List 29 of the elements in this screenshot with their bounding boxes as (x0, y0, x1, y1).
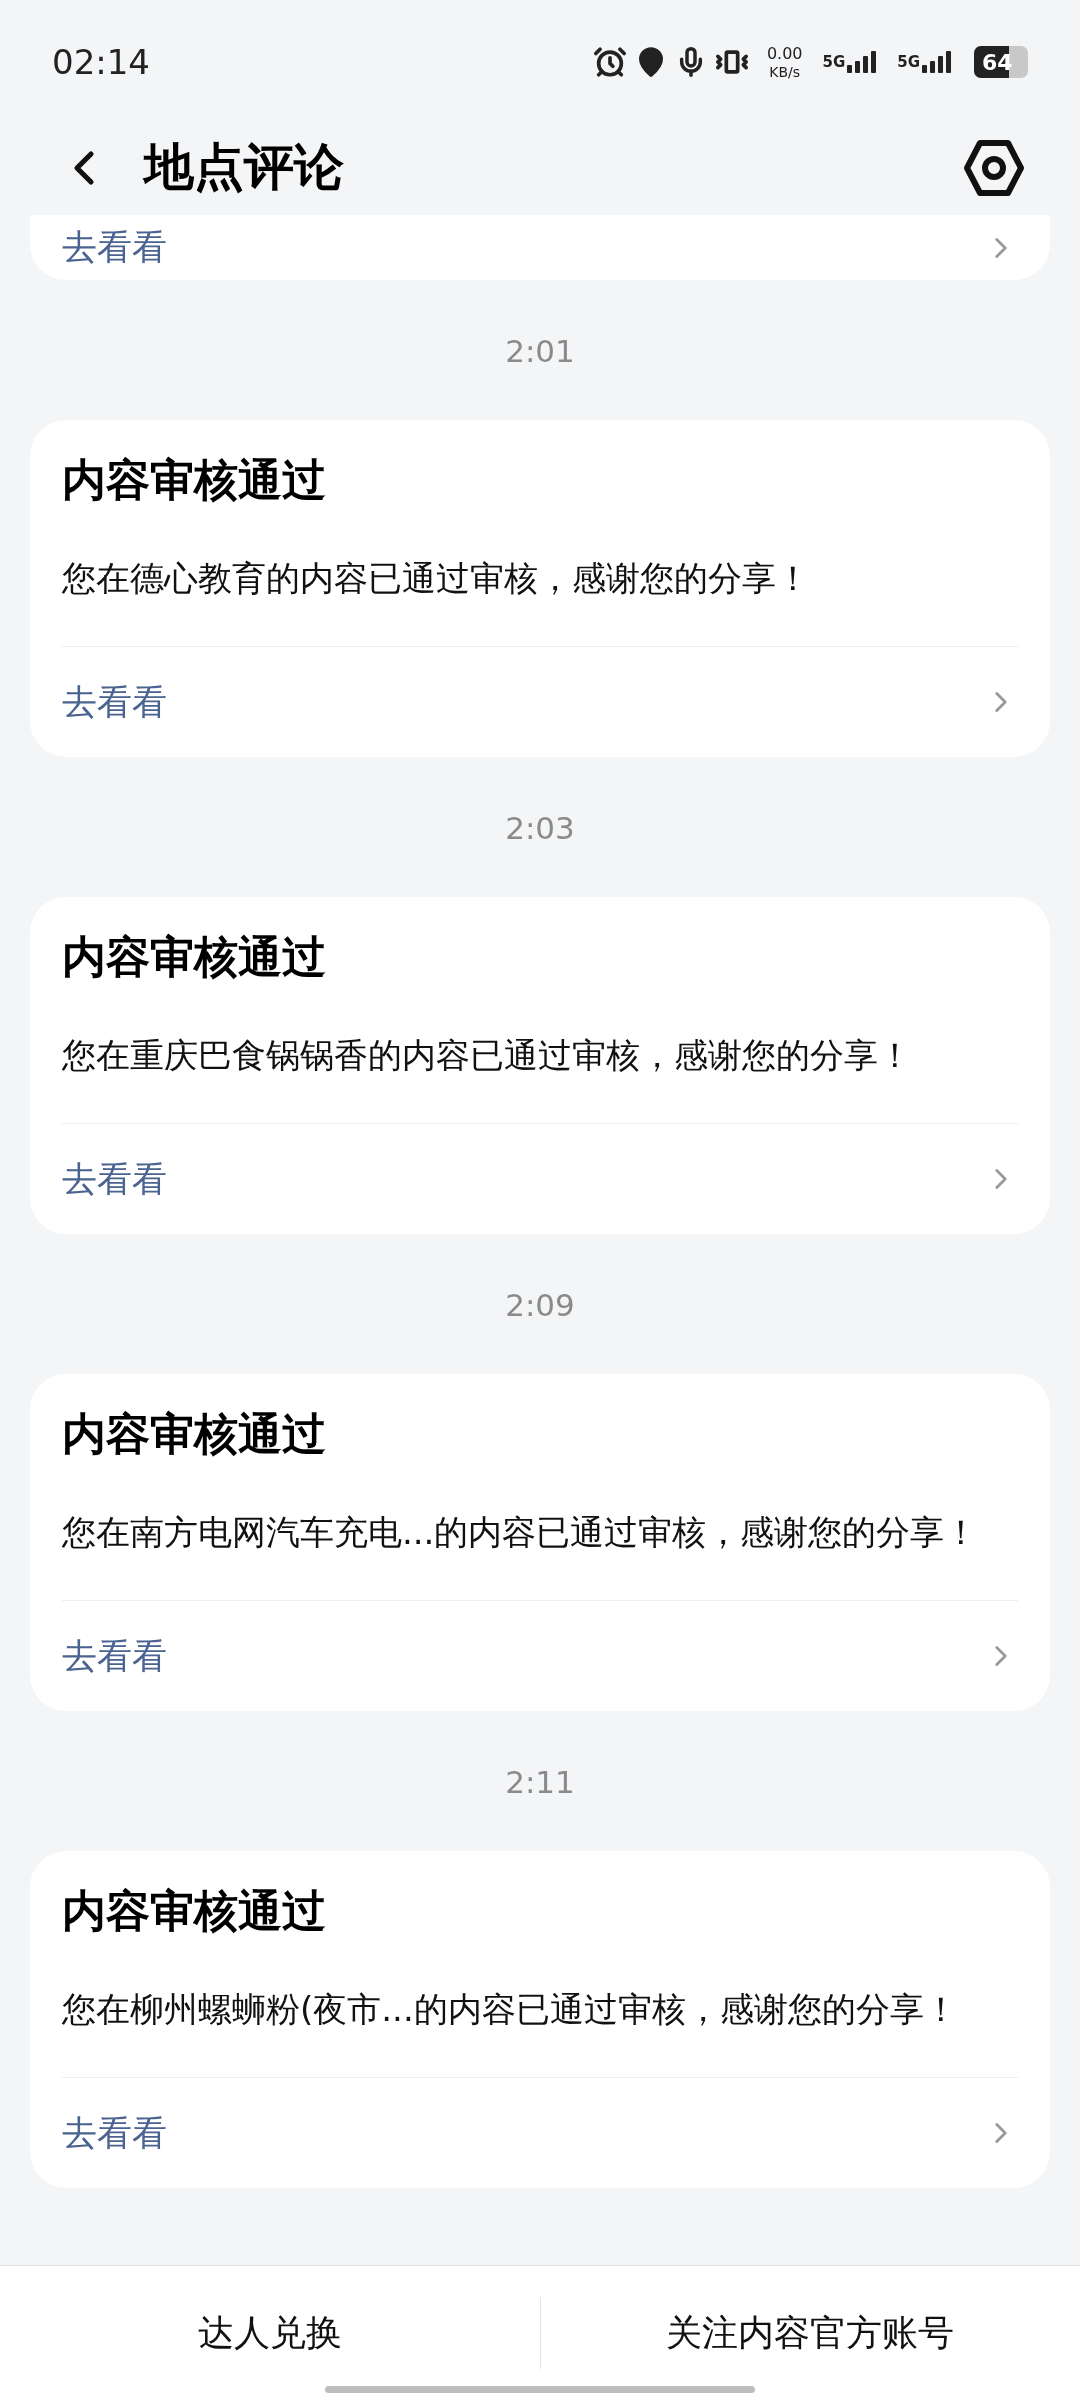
message-title: 内容审核通过 (62, 933, 327, 981)
message-title: 内容审核通过 (62, 456, 327, 504)
view-link[interactable]: 去看看 (62, 1601, 1018, 1711)
network-type: 5G (822, 51, 846, 73)
message-body: 您在柳州螺蛳粉(夜市...的内容已通过审核，感谢您的分享！ (62, 1988, 959, 2031)
net-speed: 0.00 (766, 45, 803, 62)
message-time: 2:03 (505, 808, 575, 848)
status-time: 02:14 (52, 40, 150, 84)
message-time: 2:11 (505, 1762, 575, 1802)
message-body: 您在重庆巴食锅锅香的内容已通过审核，感谢您的分享！ (62, 1034, 913, 1077)
page-title: 地点评论 (144, 137, 344, 198)
message-time: 2:09 (505, 1285, 575, 1325)
signal-icon (922, 51, 952, 74)
bottom-action-button[interactable]: 关注内容官方账号 (540, 2266, 1080, 2400)
message-title: 内容审核通过 (62, 1887, 327, 1935)
alarm-icon (592, 45, 627, 79)
view-link[interactable]: 去看看 (62, 1124, 1018, 1234)
net-speed-unit: KB/s (769, 64, 801, 79)
message-body: 您在南方电网汽车充电...的内容已通过审核，感谢您的分享！ (62, 1511, 980, 1554)
view-link[interactable]: 去看看 (62, 215, 1018, 280)
network-type: 5G (897, 51, 920, 73)
message-time: 2:01 (505, 331, 575, 371)
view-link[interactable]: 去看看 (62, 2078, 1018, 2188)
view-link[interactable]: 去看看 (62, 647, 1018, 757)
message-body: 您在德心教育的内容已通过审核，感谢您的分享！ (62, 557, 811, 600)
signal-icon (847, 51, 878, 74)
settings-icon[interactable] (964, 137, 1024, 198)
bottom-action-button[interactable]: 达人兑换 (0, 2266, 540, 2400)
message-title: 内容审核通过 (62, 1410, 327, 1458)
